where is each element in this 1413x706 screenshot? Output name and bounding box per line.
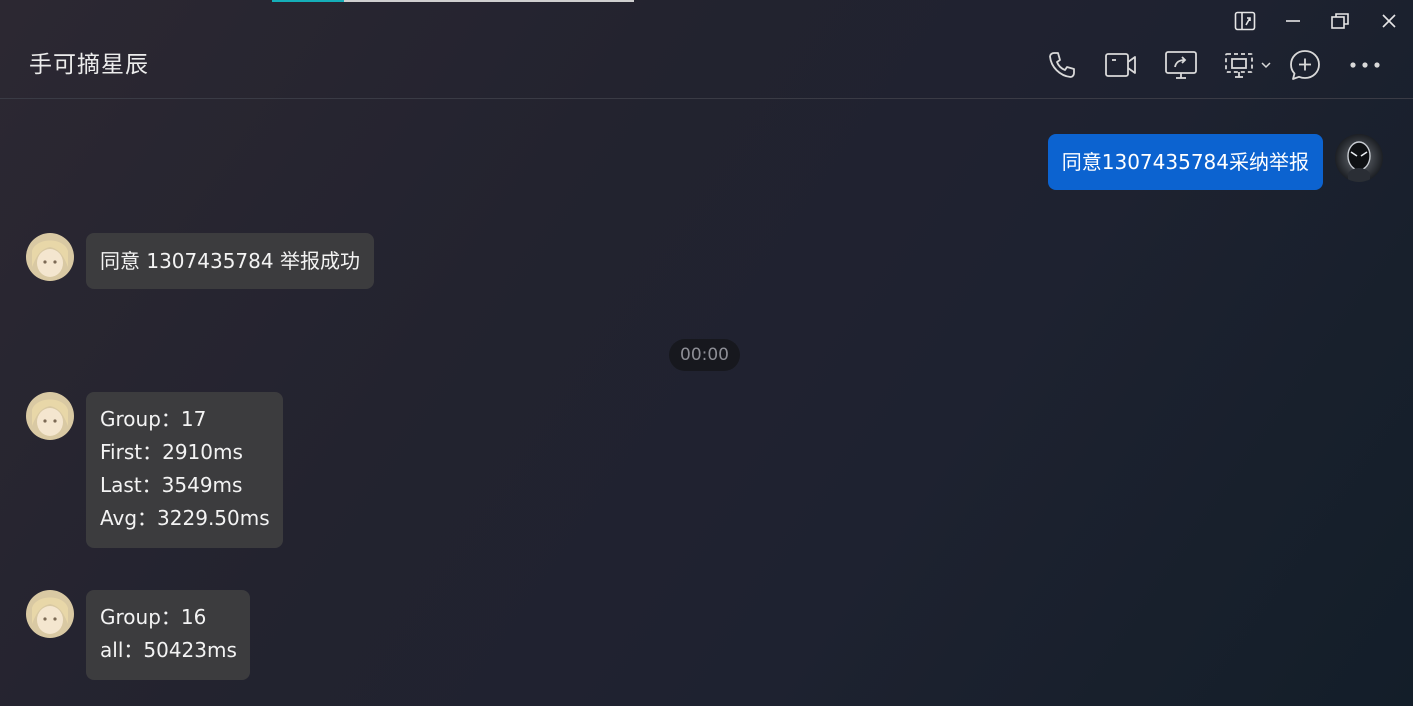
phone-icon [1049,52,1075,78]
remote-desktop-button[interactable] [1223,46,1279,84]
add-member-icon [1290,50,1320,80]
message-text: 同意 1307435784 举报成功 [100,249,360,273]
message-line: First：2910ms [100,440,243,464]
contact-avatar[interactable] [26,233,74,281]
restore-button[interactable] [1325,8,1355,34]
close-button[interactable] [1374,8,1404,34]
message-line: Avg：3229.50ms [100,506,270,530]
pin-window-button[interactable] [1230,8,1260,34]
loading-bar [272,0,634,2]
contact-avatar[interactable] [26,392,74,440]
add-member-button[interactable] [1286,46,1324,84]
message-timestamp: 00:00 [669,339,740,371]
voice-call-button[interactable] [1043,46,1081,84]
chat-toolbar [0,46,1413,84]
incoming-message[interactable]: 同意 1307435784 举报成功 [86,233,374,289]
incoming-message[interactable]: Group：17 First：2910ms Last：3549ms Avg：32… [86,392,283,548]
header-divider [0,98,1413,99]
message-line: all：50423ms [100,638,237,662]
message-line: Last：3549ms [100,473,243,497]
video-call-button[interactable] [1102,46,1140,84]
restore-icon [1331,13,1349,29]
screen-share-button[interactable] [1162,46,1200,84]
message-line: Group：17 [100,407,207,431]
minimize-icon [1286,20,1300,22]
incoming-message[interactable]: Group：16 all：50423ms [86,590,250,680]
outgoing-message[interactable]: 同意1307435784采纳举报 [1047,134,1323,190]
loading-bar-fill [272,0,345,2]
pin-window-icon [1234,11,1256,31]
contact-avatar[interactable] [26,590,74,638]
message-text: 同意1307435784采纳举报 [1061,150,1309,174]
remote-desktop-icon [1225,53,1253,78]
video-call-icon [1105,53,1136,77]
more-icon [1350,62,1380,68]
chevron-down-icon [1261,62,1271,69]
close-icon [1382,14,1396,28]
screen-share-icon [1165,51,1197,79]
more-options-button[interactable] [1346,46,1384,84]
self-avatar[interactable] [1335,134,1383,182]
message-line: Group：16 [100,605,207,629]
minimize-button[interactable] [1278,8,1308,34]
